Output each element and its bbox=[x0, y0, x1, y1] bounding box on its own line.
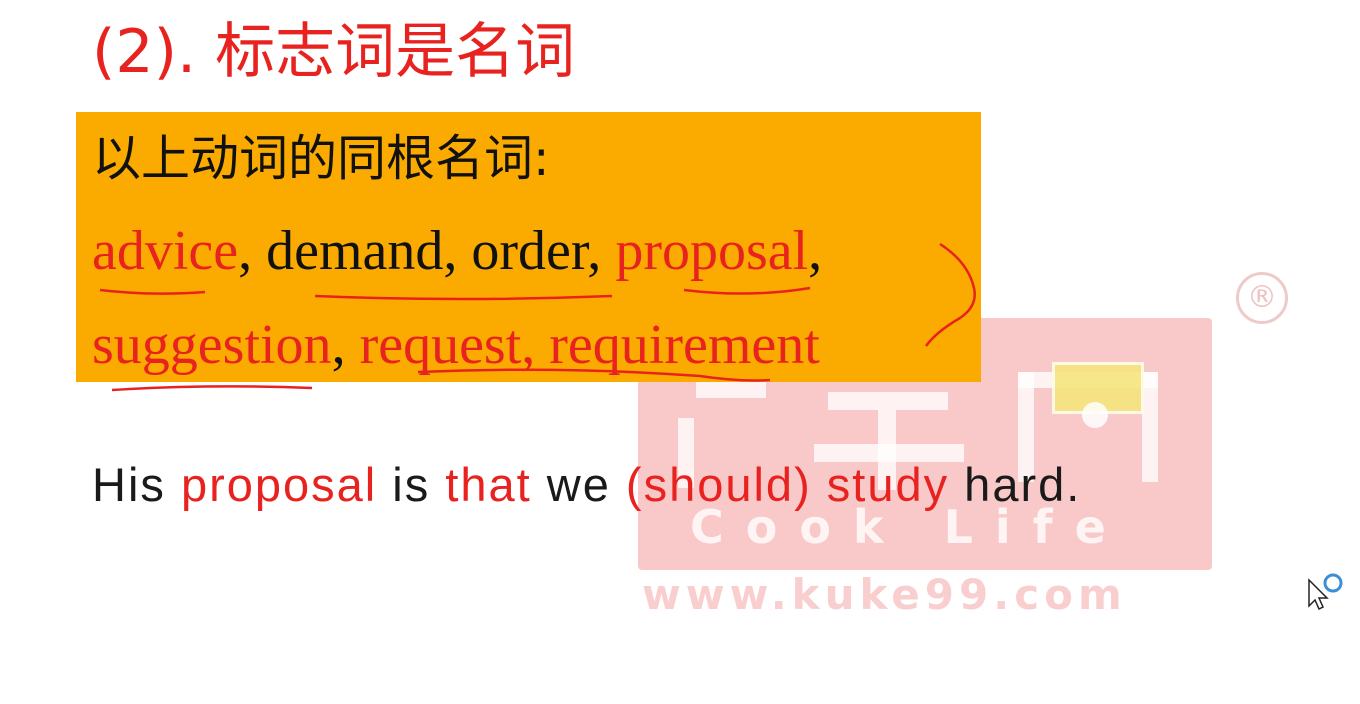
watermark-stroke bbox=[1142, 372, 1158, 482]
sentence-segment: hard. bbox=[949, 458, 1082, 511]
word-segment: advice bbox=[92, 220, 239, 282]
slide-title: (2). 标志词是名词 bbox=[92, 17, 576, 87]
word-line-2: suggestion, request, requirement bbox=[92, 312, 820, 378]
busy-spinner-icon bbox=[1323, 573, 1343, 593]
underline-suggestion bbox=[111, 385, 313, 392]
word-segment: suggestion bbox=[92, 314, 332, 376]
watermark-stroke bbox=[696, 382, 766, 398]
example-sentence: His proposal is that we (should) study h… bbox=[92, 452, 1081, 518]
arrow-cursor-icon bbox=[1308, 573, 1343, 611]
registered-mark: ® bbox=[1236, 272, 1288, 324]
sentence-segment: that bbox=[445, 458, 532, 511]
watermark-stroke bbox=[828, 392, 948, 410]
word-segment: , demand, order, bbox=[238, 220, 616, 282]
word-segment: proposal bbox=[615, 220, 809, 282]
word-line-1: advice, demand, order, proposal, bbox=[92, 218, 822, 284]
box-heading: 以上动词的同根名词: bbox=[92, 130, 550, 187]
word-segment: , bbox=[331, 314, 360, 376]
watermark-url: www.kuke99.com bbox=[642, 570, 1127, 619]
word-segment: request, requirement bbox=[359, 314, 820, 376]
sentence-segment: we bbox=[531, 458, 626, 511]
sentence-segment: proposal bbox=[180, 458, 378, 511]
sentence-segment: is bbox=[377, 458, 446, 511]
person-head-icon bbox=[1082, 402, 1108, 428]
sentence-segment: His bbox=[92, 458, 181, 511]
sentence-segment: (should) study bbox=[625, 458, 950, 511]
word-segment: , bbox=[808, 220, 823, 282]
